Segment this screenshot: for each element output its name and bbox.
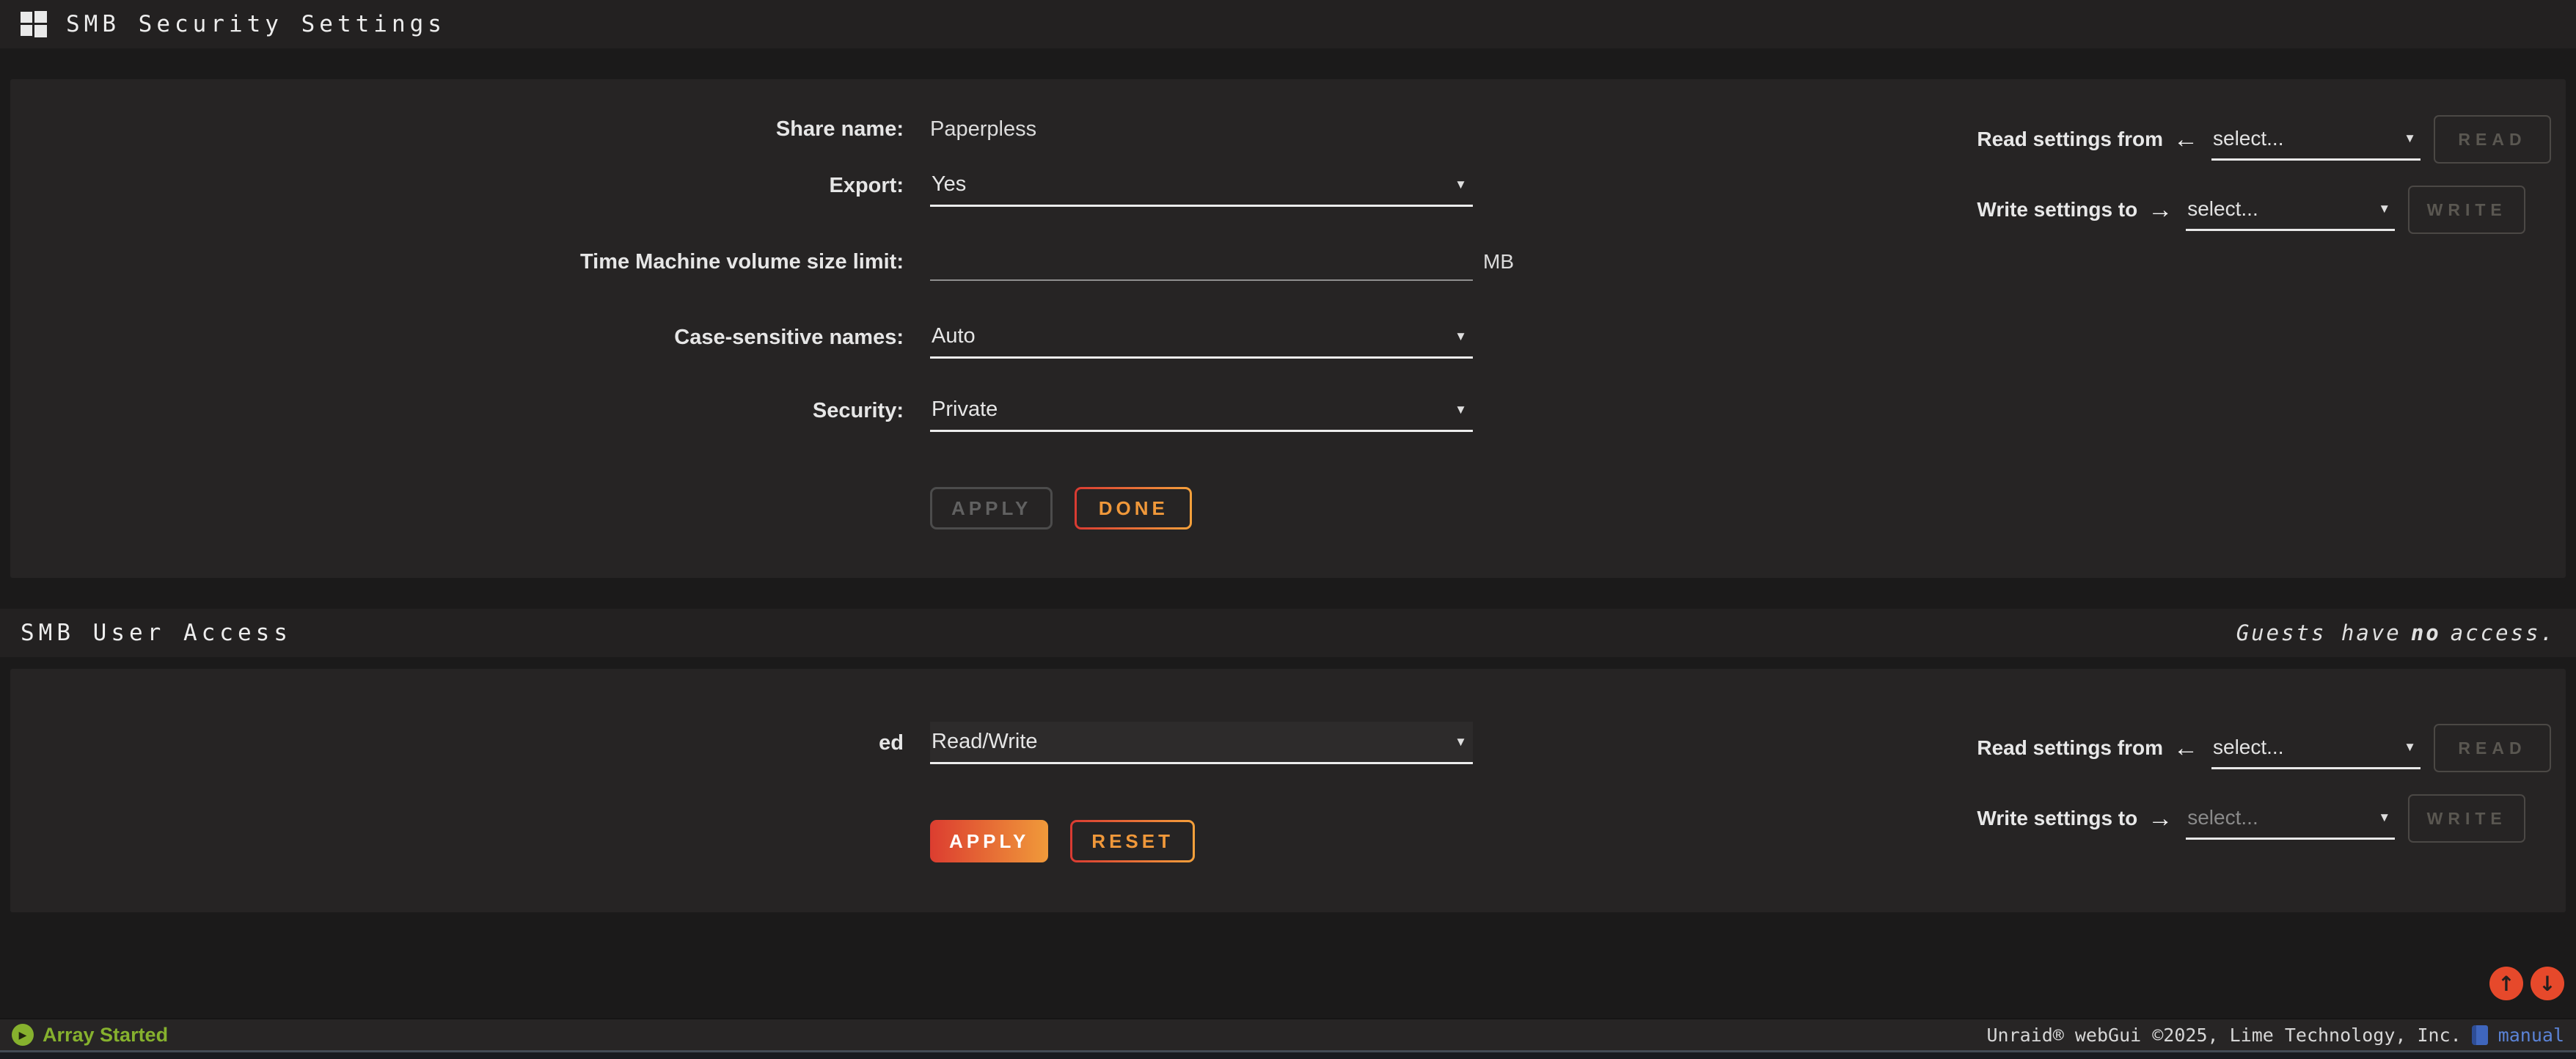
export-row: Export: Yes ▼	[10, 164, 1473, 208]
smb-user-access-panel: ed Read/Write ▼ APPLY RESET Read setting…	[10, 669, 2566, 912]
scroll-to-top-button[interactable]: ↑	[2489, 967, 2523, 1000]
write-settings-select-value: select...	[2187, 806, 2258, 829]
share-name-row: Share name: Paperpless	[10, 114, 1036, 144]
chevron-down-icon: ▼	[1455, 403, 1467, 417]
apply-button[interactable]: APPLY	[930, 820, 1048, 862]
reset-button[interactable]: RESET	[1070, 820, 1195, 862]
scroll-to-bottom-button[interactable]: ↓	[2531, 967, 2564, 1000]
smb-security-panel: Share name: Paperpless Export: Yes ▼ Tim…	[10, 79, 2566, 578]
done-button[interactable]: DONE	[1075, 487, 1192, 530]
time-machine-label: Time Machine volume size limit:	[10, 250, 904, 274]
copyright-text: Unraid® webGui ©2025, Lime Technology, I…	[1986, 1025, 2461, 1046]
write-settings-select-value: select...	[2187, 197, 2258, 221]
case-sensitive-label: Case-sensitive names:	[10, 326, 904, 350]
security-label: Security:	[10, 399, 904, 423]
user-access-row: ed Read/Write ▼	[10, 721, 1473, 765]
write-settings-select[interactable]: select... ▼	[2186, 797, 2395, 840]
arrow-right-icon: →	[2148, 196, 2173, 224]
guest-note-pre: Guests have	[2236, 620, 2401, 645]
read-settings-select[interactable]: select... ▼	[2211, 727, 2421, 769]
user-name-label: ed	[10, 731, 904, 755]
export-select-value: Yes	[932, 172, 966, 197]
read-settings-label: Read settings from	[1977, 736, 2163, 760]
write-settings-row: Write settings to → select... ▼ WRITE	[1977, 794, 2551, 843]
arrow-left-icon: ←	[2173, 125, 2198, 154]
bottom-edge-strip	[0, 1050, 2576, 1059]
security-row: Security: Private ▼	[10, 389, 1473, 433]
chevron-down-icon: ▼	[2378, 810, 2390, 825]
write-button[interactable]: WRITE	[2408, 186, 2525, 234]
time-machine-unit: MB	[1483, 250, 1514, 274]
guest-note-post: access.	[2451, 620, 2555, 645]
settings-io-block: Read settings from ← select... ▼ READ Wr…	[1977, 723, 2551, 864]
read-button[interactable]: READ	[2434, 724, 2551, 772]
read-settings-row: Read settings from ← select... ▼ READ	[1977, 114, 2551, 164]
time-machine-input[interactable]	[930, 243, 1473, 281]
chevron-down-icon: ▼	[2404, 740, 2416, 755]
arrow-right-icon: →	[2148, 805, 2173, 833]
scroll-controls: ↑ ↓	[2489, 967, 2564, 1000]
array-status-text: Array Started	[43, 1024, 168, 1047]
guest-access-note: Guests have no access.	[2236, 620, 2555, 645]
read-settings-select-value: select...	[2213, 736, 2283, 759]
write-settings-row: Write settings to → select... ▼ WRITE	[1977, 185, 2551, 235]
user-access-buttons-row: APPLY RESET	[930, 820, 1195, 862]
settings-io-block: Read settings from ← select... ▼ READ Wr…	[1977, 114, 2551, 255]
play-circle-icon: ▶	[12, 1024, 34, 1046]
chevron-down-icon: ▼	[1455, 735, 1467, 750]
guest-note-emphasis: no	[2411, 620, 2441, 645]
security-buttons-row: APPLY DONE	[930, 487, 1192, 530]
smb-security-header-bar: SMB Security Settings	[0, 0, 2576, 48]
read-button[interactable]: READ	[2434, 115, 2551, 164]
arrow-left-icon: ←	[2173, 734, 2198, 763]
page-title: SMB Security Settings	[66, 11, 446, 37]
read-settings-row: Read settings from ← select... ▼ READ	[1977, 723, 2551, 773]
write-settings-label: Write settings to	[1977, 807, 2137, 830]
write-settings-label: Write settings to	[1977, 198, 2137, 221]
read-settings-select[interactable]: select... ▼	[2211, 118, 2421, 161]
smb-user-access-header-bar: SMB User Access Guests have no access.	[0, 609, 2576, 657]
user-access-select[interactable]: Read/Write ▼	[930, 722, 1473, 764]
windows-icon	[21, 11, 47, 37]
case-sensitive-select[interactable]: Auto ▼	[930, 316, 1473, 359]
export-label: Export:	[10, 174, 904, 198]
user-access-title: SMB User Access	[21, 620, 292, 646]
share-name-label: Share name:	[10, 117, 904, 142]
share-name-value: Paperpless	[930, 117, 1036, 142]
read-settings-label: Read settings from	[1977, 128, 2163, 151]
footer-bar: ▶ Array Started Unraid® webGui ©2025, Li…	[0, 1018, 2576, 1050]
manual-link[interactable]: manual	[2498, 1025, 2564, 1046]
chevron-down-icon: ▼	[2404, 131, 2416, 146]
security-select[interactable]: Private ▼	[930, 389, 1473, 432]
export-select[interactable]: Yes ▼	[930, 164, 1473, 207]
apply-button[interactable]: APPLY	[930, 487, 1053, 530]
read-settings-select-value: select...	[2213, 127, 2283, 150]
chevron-down-icon: ▼	[2378, 202, 2390, 216]
footer-right: Unraid® webGui ©2025, Lime Technology, I…	[1986, 1025, 2564, 1046]
case-sensitive-select-value: Auto	[932, 324, 976, 348]
security-select-value: Private	[932, 397, 998, 422]
write-settings-select[interactable]: select... ▼	[2186, 188, 2395, 231]
array-status: ▶ Array Started	[12, 1024, 168, 1047]
case-sensitive-row: Case-sensitive names: Auto ▼	[10, 315, 1473, 359]
time-machine-row: Time Machine volume size limit: MB	[10, 240, 1514, 284]
chevron-down-icon: ▼	[1455, 329, 1467, 344]
chevron-down-icon: ▼	[1455, 177, 1467, 192]
book-icon	[2472, 1025, 2488, 1045]
write-button[interactable]: WRITE	[2408, 794, 2525, 843]
user-access-select-value: Read/Write	[932, 730, 1038, 754]
